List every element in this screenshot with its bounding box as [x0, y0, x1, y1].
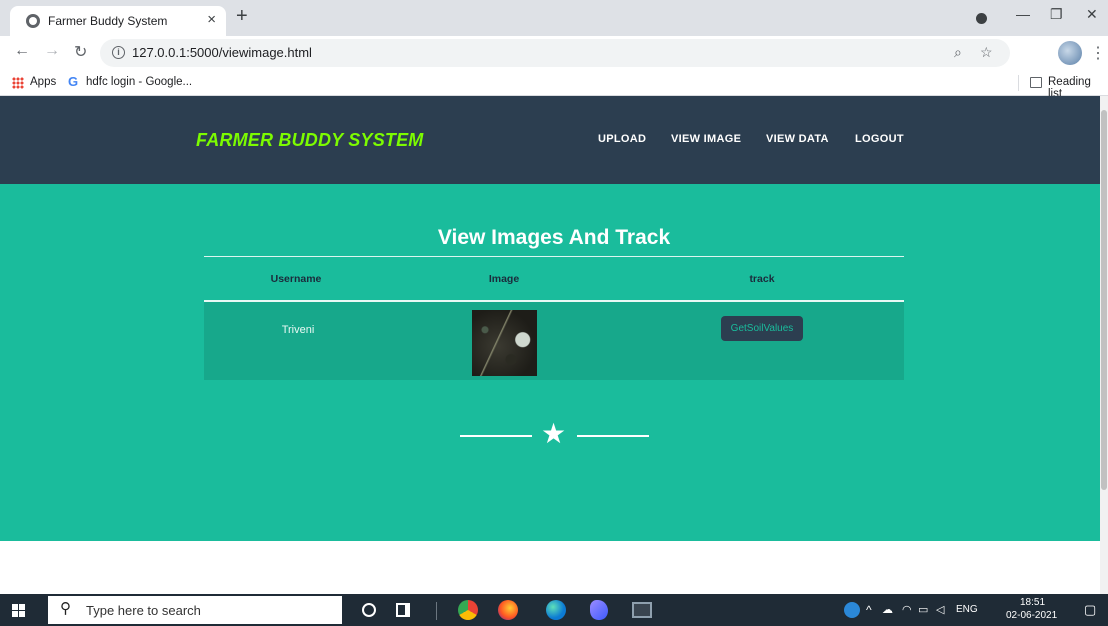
info-icon[interactable]: i	[112, 46, 125, 59]
language-indicator[interactable]: ENG	[956, 604, 978, 615]
search-icon: ⚲	[60, 600, 71, 617]
nav-logout[interactable]: LOGOUT	[855, 133, 904, 145]
browser-tab[interactable]: Farmer Buddy System ×	[10, 6, 226, 36]
firefox-icon[interactable]	[498, 600, 518, 620]
new-tab-button[interactable]: +	[236, 5, 248, 28]
restore-icon[interactable]: ❐	[1050, 6, 1063, 23]
taskbar-search-placeholder[interactable]: Type here to search	[86, 603, 201, 618]
divider-line-right	[577, 435, 649, 437]
scrollbar-thumb[interactable]	[1101, 110, 1107, 490]
volume-icon[interactable]: ◁	[936, 603, 944, 616]
notification-icon[interactable]: ▢	[1084, 602, 1096, 618]
windows-start-icon[interactable]	[12, 604, 25, 617]
bookmarks-bar: Apps G hdfc login - Google... Reading li…	[0, 70, 1108, 100]
reading-list-icon[interactable]	[1030, 77, 1042, 88]
soil-image	[472, 310, 537, 376]
windows-taskbar: ⚲ Type here to search ^ ☁ ◠ ▭ ◁ ENG 18:5…	[0, 594, 1108, 626]
tray-chevron-icon[interactable]: ^	[866, 603, 872, 617]
zoom-icon[interactable]: ⌕	[954, 44, 962, 61]
taskbar-search-box[interactable]: ⚲ Type here to search	[48, 596, 342, 624]
bookmark-star-icon[interactable]: ☆	[980, 44, 993, 61]
cell-username: Triveni	[281, 324, 315, 336]
window-close-icon[interactable]: ✕	[1086, 6, 1098, 23]
nav-view-data[interactable]: VIEW DATA	[766, 133, 829, 145]
menu-icon[interactable]: ⋮	[1090, 43, 1106, 63]
close-tab-icon[interactable]: ×	[207, 11, 216, 28]
column-header-track: track	[749, 273, 775, 285]
column-header-image: Image	[488, 273, 520, 285]
taskbar-separator	[436, 602, 437, 620]
task-view-icon[interactable]	[396, 603, 410, 617]
table-row: Triveni GetSoilValues	[204, 302, 904, 380]
minimize-icon[interactable]: —	[1016, 6, 1030, 22]
section-title: View Images And Track	[437, 226, 671, 249]
browser-tab-bar: Farmer Buddy System × + — ❐ ✕	[0, 0, 1108, 36]
back-icon[interactable]: ←	[14, 42, 30, 60]
app-icon[interactable]	[590, 600, 608, 620]
cortana-icon[interactable]	[362, 603, 376, 617]
apps-grid-icon[interactable]	[12, 77, 24, 89]
site-navbar: FARMER BUDDY SYSTEM UPLOAD VIEW IMAGE VI…	[0, 96, 1100, 184]
wifi-icon[interactable]: ◠	[902, 603, 912, 616]
address-bar[interactable]: i 127.0.0.1:5000/viewimage.html ⌕ ☆	[100, 39, 1010, 67]
bookmark-apps[interactable]: Apps	[30, 76, 56, 88]
url-text[interactable]: 127.0.0.1:5000/viewimage.html	[132, 45, 312, 60]
reload-icon[interactable]: ↻	[74, 42, 87, 62]
site-brand[interactable]: FARMER BUDDY SYSTEM	[196, 130, 424, 151]
globe-icon	[26, 14, 40, 28]
get-soil-values-button[interactable]: GetSoilValues	[721, 316, 803, 341]
battery-icon[interactable]: ▭	[918, 603, 928, 616]
title-rule	[204, 256, 904, 257]
column-header-username: Username	[270, 273, 322, 285]
bookmark-separator	[1018, 75, 1019, 91]
chrome-icon[interactable]	[458, 600, 478, 620]
clock-date[interactable]: 02-06-2021	[1006, 610, 1057, 621]
google-icon: G	[68, 74, 79, 89]
browser-toolbar: ← → ↻ i 127.0.0.1:5000/viewimage.html ⌕ …	[0, 36, 1108, 70]
web-page: FARMER BUDDY SYSTEM UPLOAD VIEW IMAGE VI…	[0, 96, 1100, 594]
clock-time[interactable]: 18:51	[1020, 597, 1045, 608]
tab-title: Farmer Buddy System	[48, 14, 168, 28]
divider-line-left	[460, 435, 532, 437]
forward-icon[interactable]: →	[44, 42, 60, 60]
bookmark-hdfc[interactable]: hdfc login - Google...	[86, 76, 192, 88]
nav-upload[interactable]: UPLOAD	[598, 133, 646, 145]
edge-icon[interactable]	[546, 600, 566, 620]
nav-view-image[interactable]: VIEW IMAGE	[671, 133, 741, 145]
masthead-section: View Images And Track Username Image tra…	[0, 184, 1100, 541]
help-icon[interactable]	[844, 602, 860, 618]
profile-avatar[interactable]	[1058, 41, 1082, 65]
window-app-icon[interactable]	[632, 602, 652, 618]
media-indicator-icon[interactable]	[976, 13, 987, 24]
cloud-icon[interactable]: ☁	[882, 603, 893, 616]
star-icon: ★	[541, 418, 567, 449]
